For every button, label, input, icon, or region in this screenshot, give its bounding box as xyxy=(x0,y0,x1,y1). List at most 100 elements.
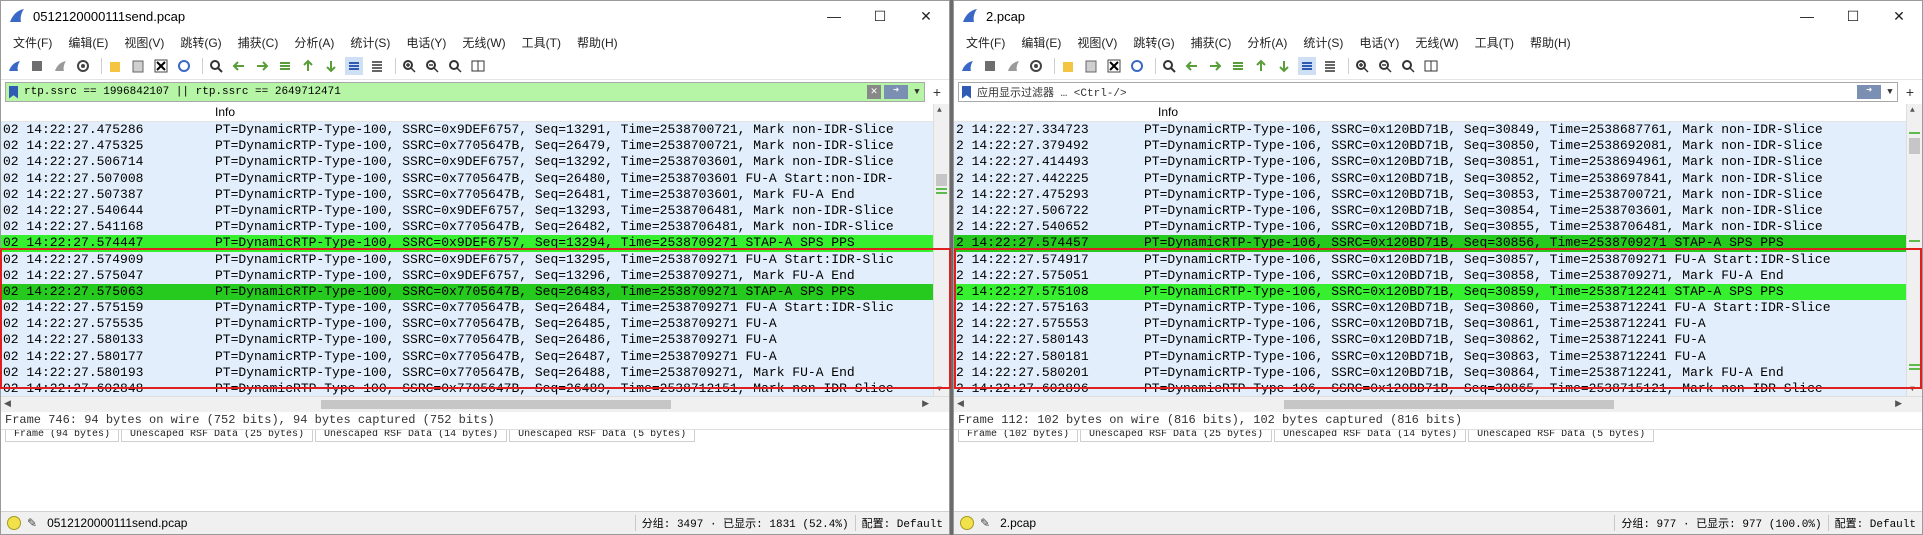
packet-row[interactable]: 02 14:22:27.574909 PT=DynamicRTP-Type-100… xyxy=(1,251,949,268)
packet-row[interactable]: 02 14:22:27.575159 PT=DynamicRTP-Type-100… xyxy=(1,300,949,317)
go-forward-icon[interactable] xyxy=(1206,57,1224,75)
start-capture-icon[interactable] xyxy=(5,57,23,75)
restart-capture-icon[interactable] xyxy=(51,57,69,75)
scroll-thumb[interactable] xyxy=(321,400,671,409)
chevron-down-icon[interactable]: ▼ xyxy=(910,87,924,97)
reload-icon[interactable] xyxy=(1128,57,1146,75)
horizontal-scrollbar[interactable]: ◀ ▶ xyxy=(1,396,949,412)
menu-go[interactable]: 跳转(G) xyxy=(172,34,229,51)
menu-tools[interactable]: 工具(T) xyxy=(1467,34,1522,51)
go-to-packet-icon[interactable] xyxy=(276,57,294,75)
packet-row[interactable]: 02 14:22:27.580177 PT=DynamicRTP-Type-100… xyxy=(1,348,949,365)
byte-tab[interactable]: Frame (94 bytes) xyxy=(5,430,120,442)
packet-row[interactable]: 02 14:22:27.541168 PT=DynamicRTP-Type-100… xyxy=(1,219,949,236)
packet-row[interactable]: 2 14:22:27.334723 PT=DynamicRTP-Type-106,… xyxy=(954,122,1922,139)
close-button[interactable]: ✕ xyxy=(903,1,949,31)
zoom-in-icon[interactable] xyxy=(1353,57,1371,75)
reload-icon[interactable] xyxy=(175,57,193,75)
menu-analyze[interactable]: 分析(A) xyxy=(286,34,342,51)
restart-capture-icon[interactable] xyxy=(1004,57,1022,75)
packet-row[interactable]: 2 14:22:27.575108 PT=DynamicRTP-Type-106,… xyxy=(954,283,1922,301)
minimize-button[interactable]: — xyxy=(811,1,857,31)
status-profile[interactable]: 配置: Default xyxy=(862,515,943,531)
stop-capture-icon[interactable] xyxy=(981,57,999,75)
packet-row[interactable]: 2 14:22:27.475293 PT=DynamicRTP-Type-106,… xyxy=(954,186,1922,203)
menu-statistics[interactable]: 统计(S) xyxy=(1295,34,1351,51)
menu-telephony[interactable]: 电话(Y) xyxy=(398,34,454,51)
packet-row[interactable]: 02 14:22:27.580193 PT=DynamicRTP-Type-100… xyxy=(1,364,949,381)
scroll-right-icon[interactable]: ▶ xyxy=(1895,398,1902,409)
go-first-icon[interactable] xyxy=(299,57,317,75)
open-file-icon[interactable] xyxy=(106,57,124,75)
packet-row[interactable]: 02 14:22:27.507008 PT=DynamicRTP-Type-100… xyxy=(1,170,949,187)
packet-row[interactable]: 2 14:22:27.540652 PT=DynamicRTP-Type-106,… xyxy=(954,219,1922,236)
scroll-left-icon[interactable]: ◀ xyxy=(4,398,11,409)
byte-tab[interactable]: Unescaped RSF Data (5 bytes) xyxy=(1468,430,1655,442)
scroll-down-icon[interactable]: ▼ xyxy=(1910,385,1915,394)
go-first-icon[interactable] xyxy=(1252,57,1270,75)
maximize-button[interactable]: ☐ xyxy=(857,1,903,31)
go-to-packet-icon[interactable] xyxy=(1229,57,1247,75)
packet-details[interactable]: Frame 746: 94 bytes on wire (752 bits), … xyxy=(1,412,949,430)
zoom-reset-icon[interactable] xyxy=(1399,57,1417,75)
packet-details[interactable]: Frame 112: 102 bytes on wire (816 bits),… xyxy=(954,412,1922,430)
go-last-icon[interactable] xyxy=(322,57,340,75)
vertical-scrollbar[interactable]: ▲ ▼ xyxy=(933,104,949,396)
packet-row[interactable]: 2 14:22:27.575163 PT=DynamicRTP-Type-106,… xyxy=(954,300,1922,317)
packet-row[interactable]: 02 14:22:27.580133 PT=DynamicRTP-Type-100… xyxy=(1,332,949,349)
menu-tools[interactable]: 工具(T) xyxy=(514,34,569,51)
menu-edit[interactable]: 编辑(E) xyxy=(60,34,116,51)
menu-telephony[interactable]: 电话(Y) xyxy=(1351,34,1407,51)
auto-scroll-icon[interactable] xyxy=(345,57,363,75)
scroll-thumb[interactable] xyxy=(1909,138,1920,154)
stop-capture-icon[interactable] xyxy=(28,57,46,75)
horizontal-scrollbar[interactable]: ◀ ▶ xyxy=(954,396,1922,412)
packet-row[interactable]: 02 14:22:27.506714 PT=DynamicRTP-Type-100… xyxy=(1,154,949,171)
packet-row[interactable]: 2 14:22:27.442225 PT=DynamicRTP-Type-106,… xyxy=(954,170,1922,187)
vertical-scrollbar[interactable]: ▲ ▼ xyxy=(1906,104,1922,396)
zoom-in-icon[interactable] xyxy=(400,57,418,75)
maximize-button[interactable]: ☐ xyxy=(1830,1,1876,31)
scroll-thumb[interactable] xyxy=(936,174,947,186)
menu-wireless[interactable]: 无线(W) xyxy=(1407,34,1466,51)
add-filter-button[interactable]: + xyxy=(1902,84,1918,100)
menu-capture[interactable]: 捕获(C) xyxy=(230,34,287,51)
byte-tab[interactable]: Unescaped RSF Data (5 bytes) xyxy=(509,430,696,442)
menu-view[interactable]: 视图(V) xyxy=(116,34,172,51)
clear-filter-icon[interactable]: ✕ xyxy=(867,85,881,99)
menu-file[interactable]: 文件(F) xyxy=(958,34,1013,51)
title-bar[interactable]: 0512120000111send.pcap — ☐ ✕ xyxy=(1,1,949,31)
expert-info-icon[interactable] xyxy=(7,516,21,530)
menu-help[interactable]: 帮助(H) xyxy=(1522,34,1579,51)
packet-row[interactable]: 2 14:22:27.580143 PT=DynamicRTP-Type-106,… xyxy=(954,332,1922,349)
close-file-icon[interactable] xyxy=(1105,57,1123,75)
packet-row[interactable]: 02 14:22:27.574447 PT=DynamicRTP-Type-100… xyxy=(1,235,949,252)
scroll-thumb[interactable] xyxy=(1284,400,1614,409)
scroll-up-icon[interactable]: ▲ xyxy=(937,106,942,115)
scroll-left-icon[interactable]: ◀ xyxy=(957,398,964,409)
packet-row[interactable]: 02 14:22:27.575535 PT=DynamicRTP-Type-100… xyxy=(1,316,949,333)
display-filter-input[interactable]: rtp.ssrc == 1996842107 || rtp.ssrc == 26… xyxy=(5,82,925,102)
zoom-out-icon[interactable] xyxy=(423,57,441,75)
packet-row[interactable]: 2 14:22:27.575553 PT=DynamicRTP-Type-106,… xyxy=(954,316,1922,333)
scroll-right-icon[interactable]: ▶ xyxy=(922,398,929,409)
edit-comment-icon[interactable]: ✎ xyxy=(980,516,990,530)
menu-view[interactable]: 视图(V) xyxy=(1069,34,1125,51)
save-file-icon[interactable] xyxy=(129,57,147,75)
filter-placeholder[interactable]: 应用显示过滤器 … <Ctrl-/> xyxy=(977,84,1857,100)
byte-tab[interactable]: Unescaped RSF Data (14 bytes) xyxy=(315,430,508,442)
byte-tab[interactable]: Unescaped RSF Data (14 bytes) xyxy=(1274,430,1467,442)
find-packet-icon[interactable] xyxy=(1160,57,1178,75)
packet-row[interactable]: 02 14:22:27.507387 PT=DynamicRTP-Type-100… xyxy=(1,186,949,203)
resize-columns-icon[interactable] xyxy=(469,57,487,75)
menu-file[interactable]: 文件(F) xyxy=(5,34,60,51)
capture-options-icon[interactable] xyxy=(1027,57,1045,75)
start-capture-icon[interactable] xyxy=(958,57,976,75)
add-filter-button[interactable]: + xyxy=(929,84,945,100)
auto-scroll-icon[interactable] xyxy=(1298,57,1316,75)
open-file-icon[interactable] xyxy=(1059,57,1077,75)
display-filter-input[interactable]: 应用显示过滤器 … <Ctrl-/> ➜ ▼ xyxy=(958,82,1898,102)
menu-analyze[interactable]: 分析(A) xyxy=(1239,34,1295,51)
column-header-info[interactable]: Info xyxy=(215,104,235,121)
byte-tab[interactable]: Unescaped RSF Data (25 bytes) xyxy=(121,430,314,442)
